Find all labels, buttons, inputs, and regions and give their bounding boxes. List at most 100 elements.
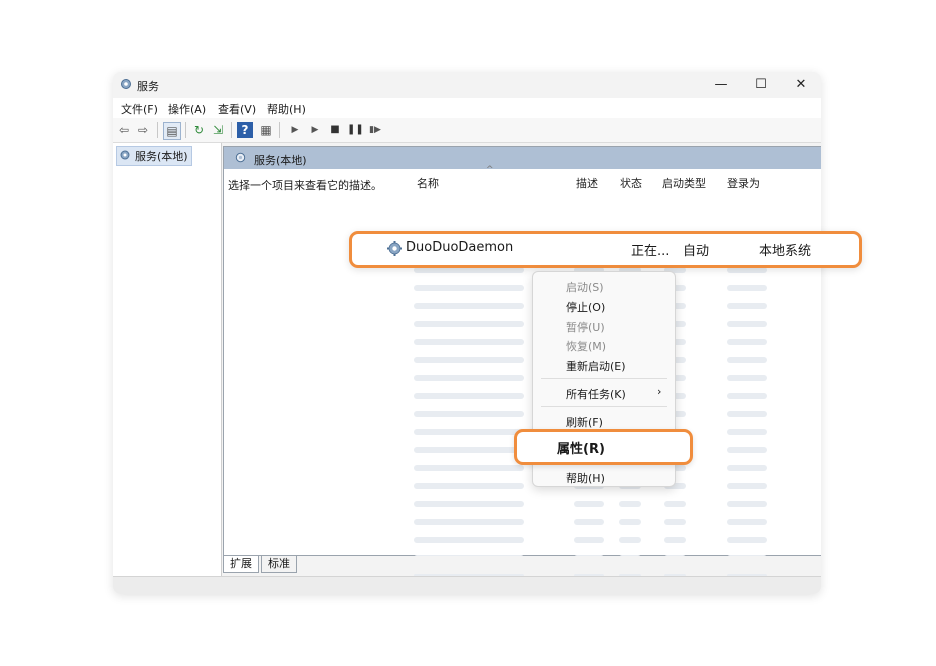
- menu-file[interactable]: 文件(F): [121, 101, 158, 117]
- blurred-cell: [574, 537, 604, 543]
- blurred-service-row: [414, 533, 794, 547]
- toolbar-separator: [185, 122, 186, 138]
- blurred-cell: [574, 501, 604, 507]
- toolbar-separator: [231, 122, 232, 138]
- pane-header-title: 服务(本地): [254, 154, 307, 167]
- column-startup-type[interactable]: 启动类型: [662, 175, 706, 191]
- blurred-cell: [414, 447, 524, 453]
- properties-label: 属性(R): [557, 442, 605, 457]
- blurred-cell: [619, 537, 641, 543]
- blurred-cell: [727, 429, 767, 435]
- blurred-cell: [727, 303, 767, 309]
- blurred-cell: [664, 537, 686, 543]
- services-window: 服务 — ☐ ✕ 文件(F) 操作(A) 查看(V) 帮助(H) ⇦ ⇨ ▤ ↻…: [113, 72, 821, 594]
- blurred-cell: [414, 465, 524, 471]
- close-button[interactable]: ✕: [781, 72, 821, 98]
- blurred-cell: [619, 519, 641, 525]
- blurred-cell: [727, 447, 767, 453]
- submenu-chevron-right-icon: ›: [657, 385, 662, 398]
- blurred-cell: [727, 537, 767, 543]
- console-tree: 服务(本地): [113, 143, 222, 576]
- menu-bar: 文件(F) 操作(A) 查看(V) 帮助(H): [113, 98, 821, 118]
- menu-item-start: 启动(S): [566, 281, 604, 294]
- blurred-cell: [414, 393, 524, 399]
- toolbar: ⇦ ⇨ ▤ ↻ ⇲ ? ▦ ▶ ▶ ■ ❚❚ ▮▶: [113, 118, 821, 143]
- menu-view[interactable]: 查看(V): [218, 101, 256, 117]
- menu-separator: [541, 378, 667, 379]
- blurred-cell: [414, 357, 524, 363]
- menu-item-resume: 恢复(M): [566, 340, 607, 353]
- tree-item-label: 服务(本地): [135, 150, 188, 163]
- blurred-cell: [727, 393, 767, 399]
- blurred-service-row: [414, 515, 794, 529]
- play-icon[interactable]: ▶: [287, 122, 303, 138]
- menu-item-refresh[interactable]: 刷新(F): [566, 414, 603, 430]
- blurred-cell: [574, 519, 604, 525]
- blurred-cell: [414, 537, 524, 543]
- blurred-cell: [727, 465, 767, 471]
- menu-item-pause: 暂停(U): [566, 321, 605, 334]
- forward-arrow-icon[interactable]: ⇨: [135, 122, 151, 138]
- blurred-cell: [727, 285, 767, 291]
- services-pane: 服务(本地) 选择一个项目来查看它的描述。 ^ 名称 描述 状态 启动类型 登录…: [223, 146, 821, 594]
- menu-item-properties[interactable]: 属性(R): [514, 429, 693, 465]
- show-hide-tree-icon[interactable]: ▤: [163, 122, 181, 140]
- blurred-cell: [727, 375, 767, 381]
- menu-action[interactable]: 操作(A): [168, 101, 206, 117]
- menu-separator: [541, 406, 667, 407]
- blurred-cell: [414, 411, 524, 417]
- menu-item-stop[interactable]: 停止(O): [566, 299, 605, 315]
- blurred-cell: [414, 321, 524, 327]
- pane-header: 服务(本地): [224, 147, 821, 169]
- blurred-cell: [727, 339, 767, 345]
- menu-help[interactable]: 帮助(H): [267, 101, 306, 117]
- minimize-button[interactable]: —: [701, 72, 741, 98]
- service-log-on-as: 本地系统: [759, 244, 812, 259]
- blurred-cell: [414, 339, 524, 345]
- restart-icon[interactable]: ▮▶: [367, 122, 383, 138]
- column-status[interactable]: 状态: [620, 175, 642, 191]
- blurred-cell: [414, 501, 524, 507]
- status-bar: [113, 576, 821, 594]
- service-startup-type: 自动: [683, 244, 710, 259]
- tab-extended[interactable]: 扩展: [223, 556, 259, 573]
- services-gear-icon: [235, 152, 246, 163]
- blurred-cell: [664, 519, 686, 525]
- blurred-cell: [664, 501, 686, 507]
- blurred-cell: [414, 285, 524, 291]
- blurred-cell: [619, 501, 641, 507]
- blurred-cell: [727, 411, 767, 417]
- blurred-cell: [727, 321, 767, 327]
- pause-icon[interactable]: ❚❚: [347, 122, 364, 138]
- play-alt-icon[interactable]: ▶: [307, 122, 323, 138]
- blurred-cell: [727, 501, 767, 507]
- export-icon[interactable]: ⇲: [210, 122, 226, 138]
- menu-item-all-tasks[interactable]: 所有任务(K): [566, 386, 626, 402]
- properties-icon[interactable]: ▦: [258, 122, 274, 138]
- tab-standard[interactable]: 标准: [261, 556, 297, 573]
- description-hint: 选择一个项目来查看它的描述。: [228, 179, 382, 192]
- service-name: DuoDuoDaemon: [406, 240, 514, 255]
- view-tabs: 扩展 标准: [223, 556, 821, 574]
- blurred-cell: [727, 357, 767, 363]
- column-description[interactable]: 描述: [576, 175, 598, 191]
- title-bar: 服务 — ☐ ✕: [113, 72, 821, 98]
- column-name[interactable]: 名称: [417, 175, 439, 191]
- back-arrow-icon[interactable]: ⇦: [116, 122, 132, 138]
- blurred-cell: [414, 303, 524, 309]
- blurred-cell: [414, 519, 524, 525]
- service-status: 正在...: [631, 244, 670, 259]
- blurred-cell: [414, 375, 524, 381]
- highlighted-service-row[interactable]: DuoDuoDaemon 正在... 自动 本地系统: [349, 231, 862, 268]
- menu-item-help[interactable]: 帮助(H): [566, 470, 605, 486]
- menu-item-restart[interactable]: 重新启动(E): [566, 358, 626, 374]
- maximize-button[interactable]: ☐: [741, 72, 781, 98]
- toolbar-separator: [279, 122, 280, 138]
- blurred-cell: [414, 429, 524, 435]
- refresh-icon[interactable]: ↻: [191, 122, 207, 138]
- column-log-on-as[interactable]: 登录为: [727, 175, 760, 191]
- help-icon[interactable]: ?: [237, 122, 253, 138]
- tree-item-services-local[interactable]: 服务(本地): [116, 146, 192, 166]
- stop-icon[interactable]: ■: [327, 122, 343, 138]
- toolbar-separator: [157, 122, 158, 138]
